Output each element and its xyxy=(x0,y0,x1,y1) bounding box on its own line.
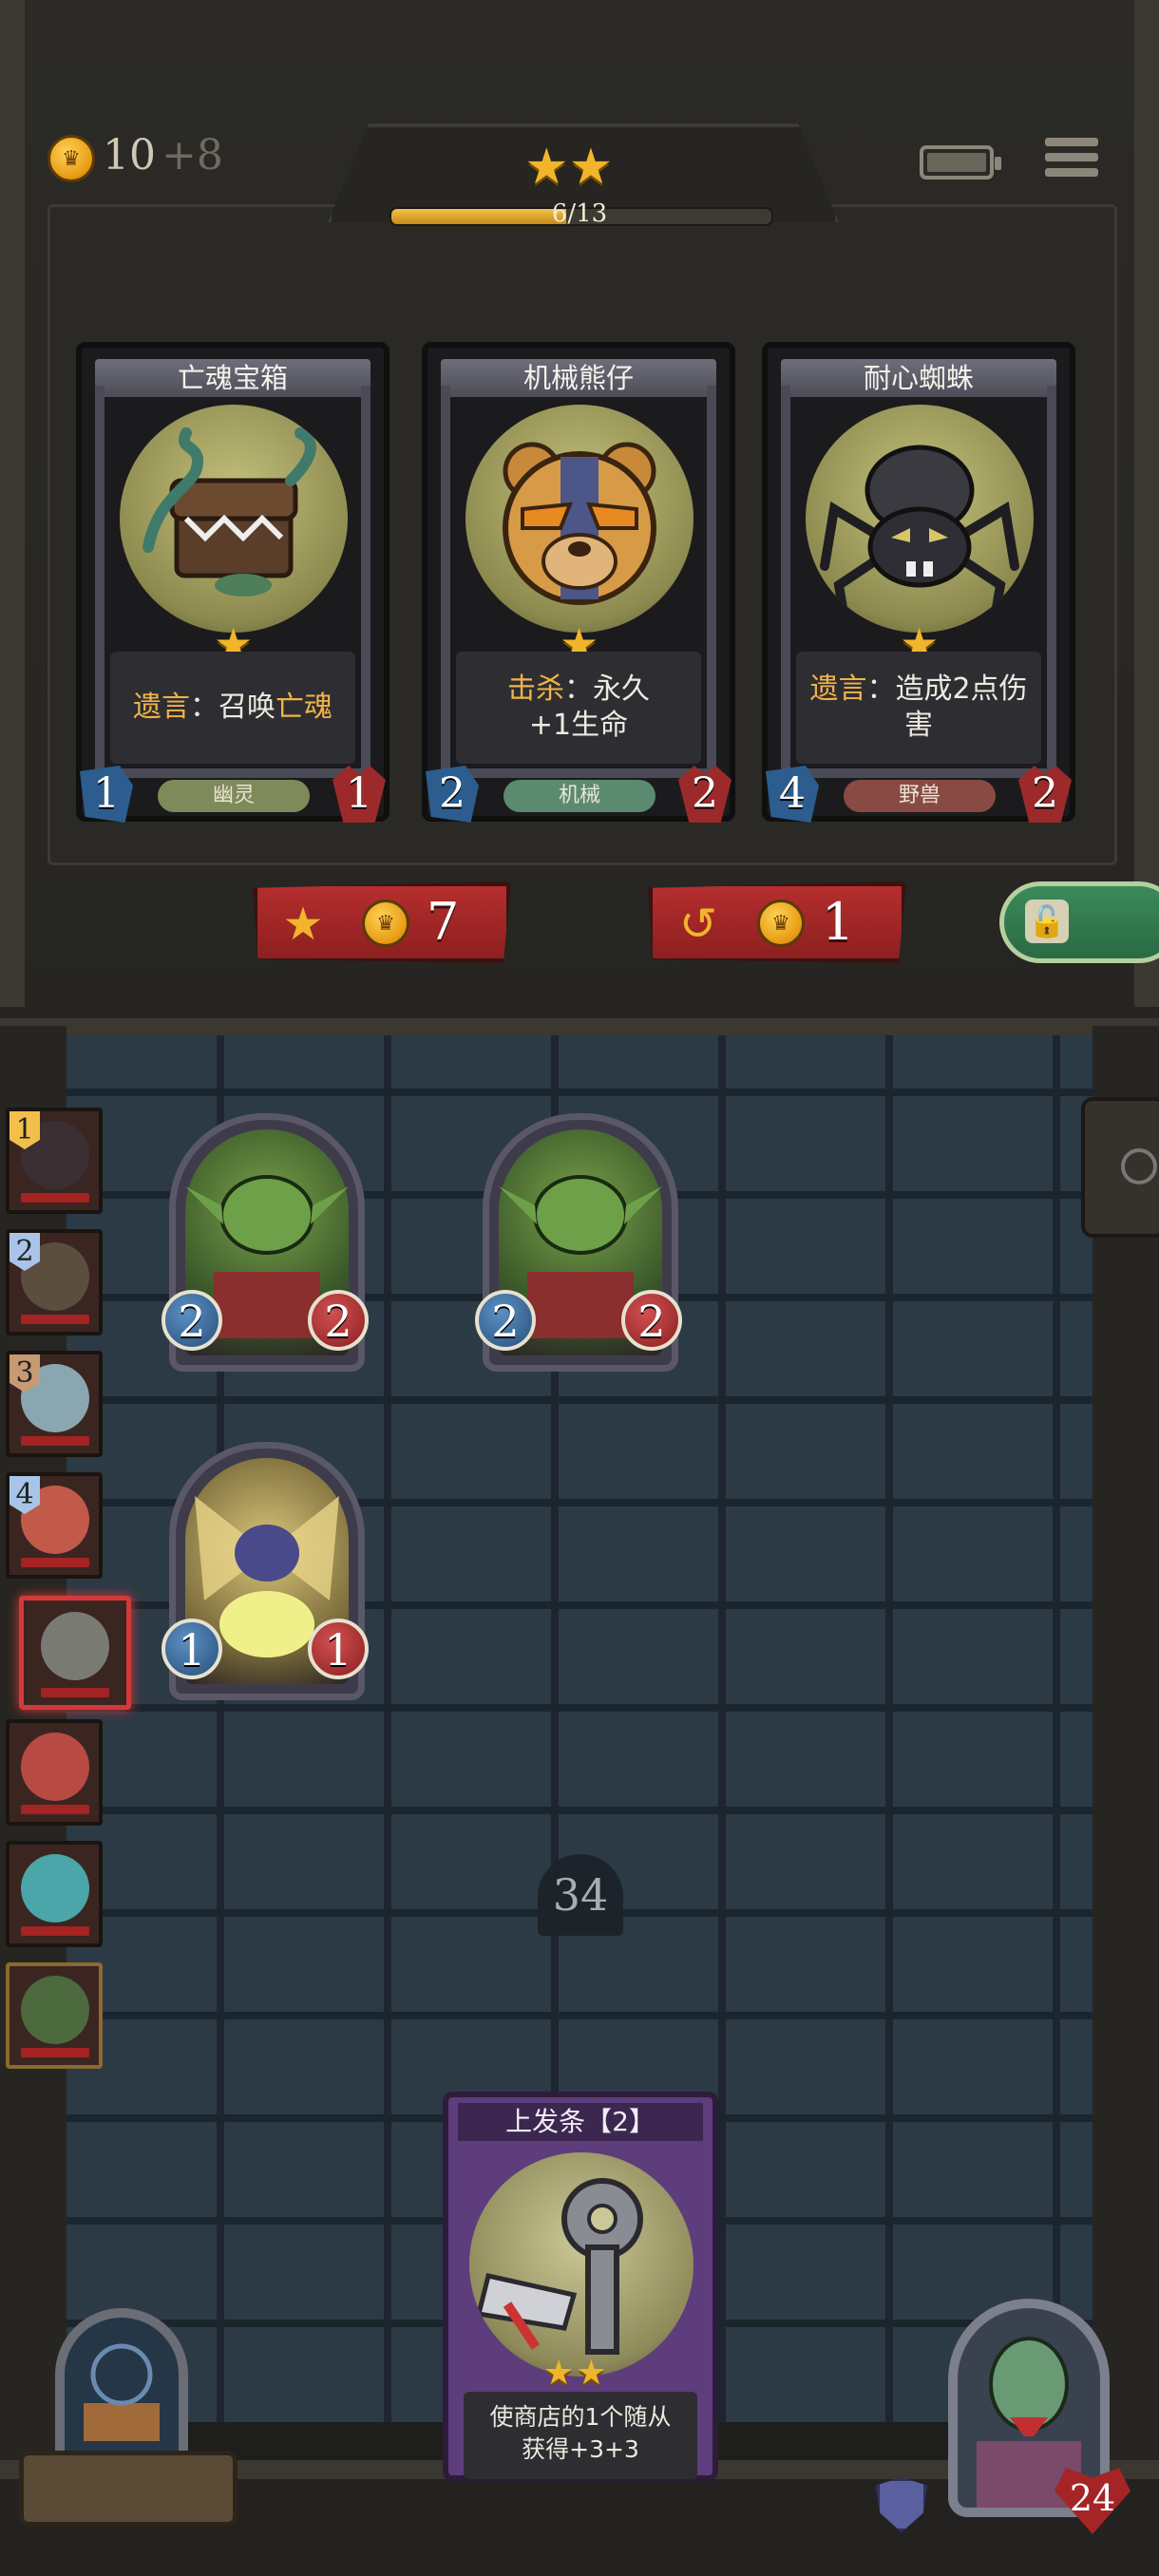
player-hero-portrait[interactable]: 24 xyxy=(931,2299,1140,2536)
gold-coin-icon: ♛ xyxy=(362,900,409,947)
opponent-6[interactable] xyxy=(6,1719,103,1826)
minion-attack: 2 xyxy=(475,1290,536,1351)
freeze-shop-button[interactable]: 🔓 xyxy=(999,881,1159,963)
gold-amount: 10 xyxy=(103,131,156,180)
deck-count: 34 xyxy=(538,1854,623,1936)
hero-power-portrait[interactable] xyxy=(19,2299,238,2527)
upgrade-star-icon: ★ xyxy=(282,898,324,951)
side-handle[interactable] xyxy=(1081,1097,1159,1238)
card-attack: 2 xyxy=(426,766,479,823)
minion-attack: 2 xyxy=(162,1290,222,1351)
card-attack: 1 xyxy=(80,766,133,823)
reroll-arrow-icon: ↺ xyxy=(678,898,718,951)
chest-portrait xyxy=(120,405,348,633)
card-tribe: 机械 xyxy=(504,780,656,812)
minion-health: 1 xyxy=(308,1619,369,1679)
opponent-8[interactable] xyxy=(6,1962,103,2069)
card-description: 遗言：造成2点伤害 xyxy=(796,652,1041,764)
reroll-cost: 1 xyxy=(822,892,855,952)
card-description: 击杀：永久 +1生命 xyxy=(456,652,701,764)
minion-attack: 1 xyxy=(162,1619,222,1679)
hand-card-tier-stars: ★★ xyxy=(543,2354,609,2393)
card-health: 1 xyxy=(332,766,386,823)
card-description: 遗言：召唤亡魂 xyxy=(110,652,355,764)
reroll-button[interactable]: ↺ ♛ 1 xyxy=(648,881,906,963)
card-health: 2 xyxy=(1018,766,1072,823)
menu-icon[interactable] xyxy=(1045,138,1098,189)
shop-card-2[interactable]: 机械熊仔 ★ 击杀：永久 +1生命 机械 2 2 xyxy=(422,342,735,823)
bear-portrait xyxy=(466,405,694,633)
card-tribe: 幽灵 xyxy=(158,780,310,812)
opponent-3[interactable]: 3 xyxy=(6,1351,103,1457)
gold-coin-icon: ♛ xyxy=(757,900,805,947)
upgrade-cost: 7 xyxy=(427,892,460,952)
minion-health: 2 xyxy=(308,1290,369,1351)
hand-card-description: 使商店的1个随从 获得+3+3 xyxy=(464,2392,697,2479)
tavern-tier-stars: ★★ xyxy=(524,139,614,196)
battery-icon xyxy=(920,145,1001,180)
lock-icon: 🔓 xyxy=(1025,900,1069,943)
card-attack: 4 xyxy=(766,766,819,823)
card-health: 2 xyxy=(678,766,732,823)
gold-coin-icon: ♛ xyxy=(48,135,95,182)
upgrade-tavern-button[interactable]: ★ ♛ 7 xyxy=(253,881,511,963)
card-tribe: 野兽 xyxy=(844,780,996,812)
hand-spell-card[interactable]: 上发条【2】 ★★ 使商店的1个随从 获得+3+3 xyxy=(443,2092,718,2481)
hero-health: 24 xyxy=(1054,2468,1130,2534)
shop-card-3[interactable]: 耐心蜘蛛 ★ 遗言：造成2点伤害 野兽 4 2 xyxy=(762,342,1075,823)
xp-progress-text: 6/13 xyxy=(551,199,608,228)
opponent-1[interactable]: 1 xyxy=(6,1108,103,1214)
opponent-2[interactable]: 2 xyxy=(6,1229,103,1335)
opponent-5-current[interactable] xyxy=(19,1596,131,1710)
minion-health: 2 xyxy=(621,1290,682,1351)
hand-card-title: 上发条【2】 xyxy=(458,2103,703,2141)
wind-up-key-art xyxy=(469,2152,694,2377)
spider-portrait xyxy=(806,405,1034,633)
shop-card-1[interactable]: 亡魂宝箱 ★ 遗言：召唤亡魂 幽灵 1 1 xyxy=(76,342,390,823)
opponent-4[interactable]: 4 xyxy=(6,1472,103,1579)
opponent-7[interactable] xyxy=(6,1841,103,1947)
gold-income: +8 xyxy=(162,131,223,180)
